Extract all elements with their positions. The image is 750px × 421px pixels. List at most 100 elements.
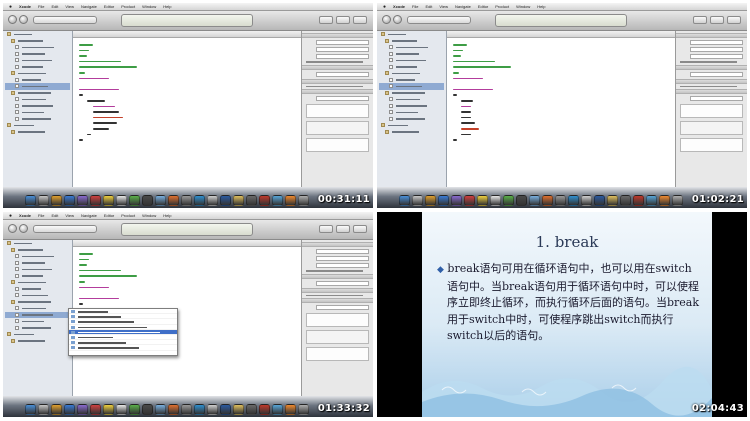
dock-app-icon[interactable] (194, 404, 205, 415)
run-button[interactable] (382, 15, 391, 24)
library-item[interactable] (680, 138, 743, 152)
menu-navigate[interactable]: Navigate (81, 213, 97, 218)
dock-app-icon[interactable] (207, 195, 218, 206)
navigator-row[interactable] (379, 129, 444, 136)
dock-app-icon[interactable] (412, 195, 423, 206)
dock-app-icon[interactable] (246, 195, 257, 206)
menu-view[interactable]: View (65, 4, 74, 9)
code-completion-popup[interactable] (68, 308, 178, 356)
menu-file[interactable]: File (38, 4, 44, 9)
dock-app-icon[interactable] (25, 195, 36, 206)
stop-button[interactable] (19, 224, 28, 233)
apple-menu-icon[interactable]: ● (9, 213, 12, 219)
dock-app-icon[interactable] (233, 404, 244, 415)
dock-app-icon[interactable] (633, 195, 644, 206)
inspector-field[interactable] (316, 249, 369, 254)
dock-app-icon[interactable] (607, 195, 618, 206)
menu-window[interactable]: Window (516, 4, 530, 9)
menu-help[interactable]: Help (163, 4, 171, 9)
dock-app-icon[interactable] (477, 195, 488, 206)
menu-help[interactable]: Help (537, 4, 545, 9)
dock-app-icon[interactable] (259, 404, 270, 415)
stop-button[interactable] (393, 15, 402, 24)
inspector-field[interactable] (316, 96, 369, 101)
inspector-field[interactable] (316, 54, 369, 59)
dock-app-icon[interactable] (425, 195, 436, 206)
organizer-button[interactable] (353, 225, 367, 233)
inspector-field[interactable] (316, 280, 369, 286)
dock-app-icon[interactable] (181, 404, 192, 415)
menu-navigate[interactable]: Navigate (81, 4, 97, 9)
dock-app-icon[interactable] (103, 195, 114, 206)
dock-app-icon[interactable] (103, 404, 114, 415)
jump-bar[interactable] (73, 31, 301, 38)
dock-app-icon[interactable] (51, 404, 62, 415)
stop-button[interactable] (19, 15, 28, 24)
menu-editor[interactable]: Editor (104, 213, 114, 218)
menu-xcode[interactable]: Xcode (19, 213, 31, 218)
inspector-field[interactable] (690, 47, 743, 52)
inspector-field[interactable] (316, 305, 369, 310)
menu-window[interactable]: Window (142, 4, 156, 9)
dock-app-icon[interactable] (90, 404, 101, 415)
dock-app-icon[interactable] (399, 195, 410, 206)
menu-editor[interactable]: Editor (104, 4, 114, 9)
dock-app-icon[interactable] (542, 195, 553, 206)
jump-bar[interactable] (73, 240, 301, 247)
dock-app-icon[interactable] (90, 195, 101, 206)
completion-item[interactable] (69, 345, 177, 351)
dock-app-icon[interactable] (38, 404, 49, 415)
dock-app-icon[interactable] (516, 195, 527, 206)
dock-app-icon[interactable] (594, 195, 605, 206)
run-button[interactable] (8, 15, 17, 24)
dock-app-icon[interactable] (581, 195, 592, 206)
inspector-field[interactable] (316, 263, 369, 268)
dock-app-icon[interactable] (298, 195, 309, 206)
dock-app-icon[interactable] (272, 195, 283, 206)
dock-app-icon[interactable] (207, 404, 218, 415)
dock-app-icon[interactable] (155, 404, 166, 415)
dock-app-icon[interactable] (438, 195, 449, 206)
dock-app-icon[interactable] (568, 195, 579, 206)
dock-app-icon[interactable] (116, 195, 127, 206)
library-item[interactable] (306, 347, 369, 361)
dock-app-icon[interactable] (77, 195, 88, 206)
editor-toggle[interactable] (319, 16, 333, 24)
dock-app-icon[interactable] (168, 195, 179, 206)
scheme-selector[interactable] (33, 16, 97, 24)
editor-toggle[interactable] (693, 16, 707, 24)
library-item[interactable] (306, 138, 369, 152)
dock-app-icon[interactable] (555, 195, 566, 206)
apple-menu-icon[interactable]: ● (9, 4, 12, 10)
dock-app-icon[interactable] (259, 195, 270, 206)
navigator-row[interactable] (5, 129, 70, 136)
inspector-field[interactable] (690, 54, 743, 59)
dock-app-icon[interactable] (142, 195, 153, 206)
navigator-row[interactable] (5, 338, 70, 345)
dock-app-icon[interactable] (64, 195, 75, 206)
menu-window[interactable]: Window (142, 213, 156, 218)
view-toggle[interactable] (710, 16, 724, 24)
organizer-button[interactable] (353, 16, 367, 24)
library-item[interactable] (680, 104, 743, 118)
dock-app-icon[interactable] (659, 195, 670, 206)
menu-editor[interactable]: Editor (478, 4, 488, 9)
inspector-field[interactable] (690, 71, 743, 77)
dock-app-icon[interactable] (194, 195, 205, 206)
dock-app-icon[interactable] (233, 195, 244, 206)
library-item[interactable] (306, 104, 369, 118)
run-button[interactable] (8, 224, 17, 233)
dock-app-icon[interactable] (181, 195, 192, 206)
dock-app-icon[interactable] (451, 195, 462, 206)
code-editor[interactable] (73, 38, 301, 187)
dock-app-icon[interactable] (77, 404, 88, 415)
menu-product[interactable]: Product (121, 213, 135, 218)
menu-product[interactable]: Product (121, 4, 135, 9)
view-toggle[interactable] (336, 16, 350, 24)
menu-edit[interactable]: Edit (52, 213, 59, 218)
dock-app-icon[interactable] (464, 195, 475, 206)
inspector-field[interactable] (316, 40, 369, 45)
apple-menu-icon[interactable]: ● (383, 4, 386, 10)
inspector-field[interactable] (690, 40, 743, 45)
dock-app-icon[interactable] (220, 404, 231, 415)
